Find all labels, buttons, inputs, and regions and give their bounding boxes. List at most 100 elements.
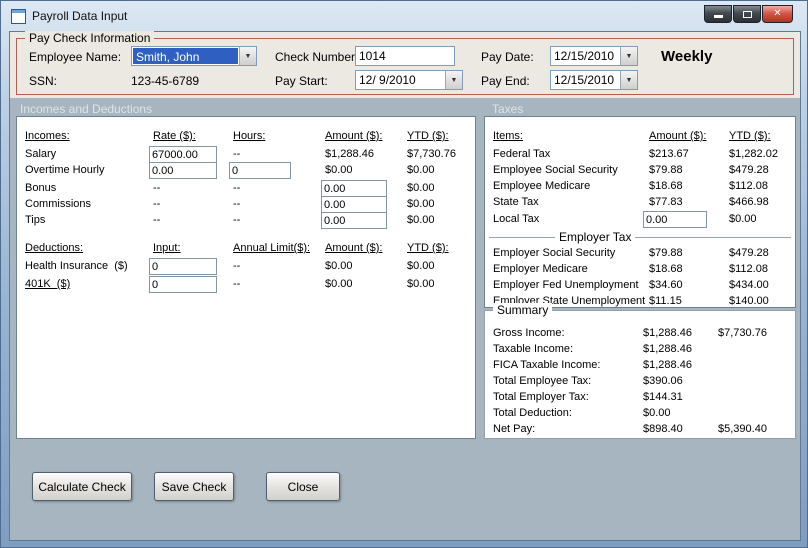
- taxes-panel: Items: Amount ($): YTD ($): Federal Tax …: [484, 116, 796, 308]
- calculate-check-button[interactable]: Calculate Check: [32, 472, 132, 501]
- deduction-row-401k: 401K ($) -- $0.00 $0.00: [17, 276, 475, 294]
- tax-amount: $79.88: [649, 247, 683, 259]
- close-icon: ✕: [773, 8, 782, 19]
- employee-name-value: Smith, John: [133, 48, 238, 64]
- tax-row-employer-medicare: Employer Medicare $18.68 $112.08: [485, 263, 795, 279]
- titlebar[interactable]: Payroll Data Input: [1, 1, 807, 31]
- annual-limit-col-header: Annual Limit($):: [233, 242, 311, 254]
- pay-date-value: 12/15/2010: [554, 49, 615, 63]
- client-area: Pay Check Information Employee Name: Smi…: [9, 31, 801, 541]
- tax-label: Employee Medicare: [493, 180, 591, 192]
- items-col-header: Items:: [493, 130, 523, 142]
- employee-name-label: Employee Name:: [29, 50, 122, 64]
- commissions-amount-input[interactable]: [321, 196, 387, 213]
- pay-start-value: 12/ 9/2010: [359, 73, 416, 87]
- local-tax-input[interactable]: [643, 211, 707, 228]
- summary-row-gross: Gross Income: $1,288.46 $7,730.76: [485, 327, 795, 343]
- tax-amount: $79.88: [649, 164, 683, 176]
- income-rate: --: [153, 214, 161, 226]
- summary-row-fica: FICA Taxable Income: $1,288.46: [485, 359, 795, 375]
- paycheck-info-group-label: Pay Check Information: [25, 31, 155, 45]
- check-number-label: Check Number:: [275, 50, 359, 64]
- tax-row-employer-ss: Employer Social Security $79.88 $479.28: [485, 247, 795, 263]
- income-ytd: $0.00: [407, 182, 435, 194]
- save-check-button[interactable]: Save Check: [154, 472, 234, 501]
- tax-row-employee-ss: Employee Social Security $79.88 $479.28: [485, 164, 795, 180]
- ytd-col-header: YTD ($):: [407, 242, 449, 254]
- tax-label: State Tax: [493, 196, 539, 208]
- income-row-bonus: Bonus -- -- $0.00: [17, 180, 475, 198]
- chevron-down-icon[interactable]: ▼: [620, 47, 637, 65]
- hours-col-header: Hours:: [233, 130, 266, 142]
- deduction-label-401k-link[interactable]: 401K ($): [25, 278, 70, 290]
- check-number-input[interactable]: [355, 46, 455, 66]
- tax-amount: $18.68: [649, 180, 683, 192]
- tax-label: Local Tax: [493, 213, 540, 225]
- amount-col-header: Amount ($):: [325, 242, 383, 254]
- close-dialog-button[interactable]: Close: [266, 472, 340, 501]
- deductions-header-row: Deductions: Input: Annual Limit($): Amou…: [17, 242, 475, 258]
- tax-amount: $213.67: [649, 148, 689, 160]
- summary-row-taxable: Taxable Income: $1,288.46: [485, 343, 795, 359]
- incomes-header-row: Incomes: Rate ($): Hours: Amount ($): YT…: [17, 130, 475, 146]
- minimize-button[interactable]: [704, 5, 732, 23]
- 401k-input[interactable]: [149, 276, 217, 293]
- tips-amount-input[interactable]: [321, 212, 387, 229]
- summary-label: FICA Taxable Income:: [493, 359, 601, 371]
- pay-date-picker[interactable]: 12/15/2010 ▼: [550, 46, 638, 66]
- summary-amount: $144.31: [643, 391, 683, 403]
- chevron-down-icon[interactable]: ▼: [620, 71, 637, 89]
- summary-label: Total Employee Tax:: [493, 375, 592, 387]
- tax-ytd: $479.28: [729, 247, 769, 259]
- chevron-down-icon[interactable]: ▼: [239, 47, 256, 65]
- tax-label: Employee Social Security: [493, 164, 618, 176]
- summary-ytd: $5,390.40: [718, 423, 767, 435]
- health-insurance-input[interactable]: [149, 258, 217, 275]
- overtime-hours-input[interactable]: [229, 162, 291, 179]
- tax-ytd: $479.28: [729, 164, 769, 176]
- pay-end-label: Pay End:: [481, 74, 530, 88]
- summary-panel: Summary Gross Income: $1,288.46 $7,730.7…: [484, 303, 796, 439]
- employer-tax-divider: Employer Tax: [489, 230, 791, 244]
- summary-label: Total Deduction:: [493, 407, 572, 419]
- maximize-icon: [743, 11, 752, 18]
- tax-row-local: Local Tax $0.00: [485, 211, 795, 229]
- tax-ytd: $140.00: [729, 295, 769, 307]
- paycheck-info-strip: Pay Check Information Employee Name: Smi…: [10, 31, 800, 98]
- pay-start-picker[interactable]: 12/ 9/2010 ▼: [355, 70, 463, 90]
- summary-label: Taxable Income:: [493, 343, 574, 355]
- income-ytd: $0.00: [407, 198, 435, 210]
- income-label: Bonus: [25, 182, 57, 194]
- close-button[interactable]: ✕: [762, 5, 793, 23]
- summary-amount: $0.00: [643, 407, 671, 419]
- pay-start-label: Pay Start:: [275, 74, 328, 88]
- income-row-tips: Tips -- -- $0.00: [17, 212, 475, 230]
- salary-rate-input[interactable]: [149, 146, 217, 163]
- ytd-col-header: YTD ($):: [407, 130, 449, 142]
- income-label: Commissions: [25, 198, 92, 210]
- overtime-rate-input[interactable]: [149, 162, 217, 179]
- deduction-limit: --: [233, 260, 241, 272]
- deduction-amount: $0.00: [325, 278, 353, 290]
- bonus-amount-input[interactable]: [321, 180, 387, 197]
- maximize-button[interactable]: [733, 5, 761, 23]
- employer-tax-label: Employer Tax: [555, 230, 636, 244]
- income-label: Salary: [25, 148, 57, 160]
- app-icon: [11, 8, 26, 24]
- income-ytd: $0.00: [407, 214, 435, 226]
- deduction-limit: --: [233, 278, 241, 290]
- employee-name-select[interactable]: Smith, John ▼: [131, 46, 257, 66]
- tax-ytd: $466.98: [729, 196, 769, 208]
- taxes-header-row: Items: Amount ($): YTD ($):: [485, 130, 795, 146]
- pay-frequency-label: Weekly: [661, 48, 713, 65]
- income-rate: --: [153, 182, 161, 194]
- summary-ytd: $7,730.76: [718, 327, 767, 339]
- paycheck-info-groupbox: Pay Check Information Employee Name: Smi…: [16, 31, 794, 95]
- tax-ytd: $434.00: [729, 279, 769, 291]
- chevron-down-icon[interactable]: ▼: [445, 71, 462, 89]
- tax-ytd: $0.00: [729, 213, 757, 225]
- tax-amount: $34.60: [649, 279, 683, 291]
- pay-end-picker[interactable]: 12/15/2010 ▼: [550, 70, 638, 90]
- section-incomes-deductions: Incomes and Deductions: [20, 102, 153, 116]
- summary-amount: $1,288.46: [643, 343, 692, 355]
